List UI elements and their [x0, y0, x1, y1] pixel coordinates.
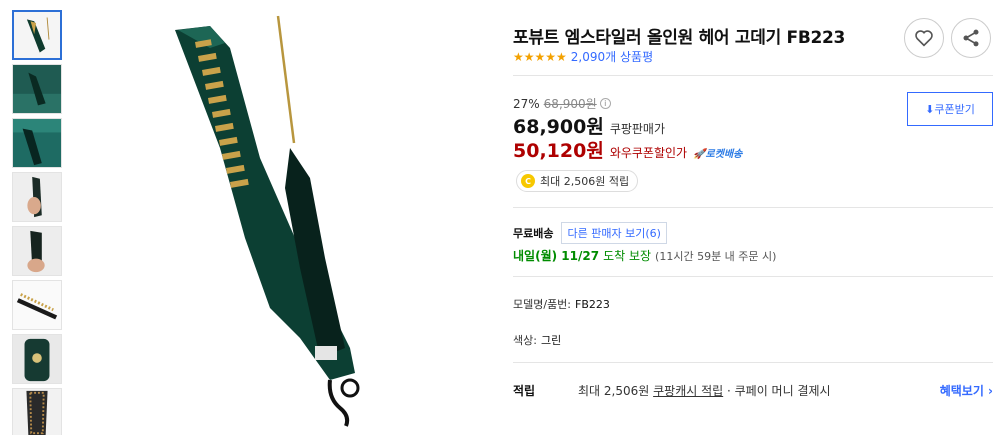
thumb-hand-hold-1[interactable] [12, 172, 62, 222]
thumb-control-button[interactable] [12, 334, 62, 384]
thumb-product-front[interactable] [12, 10, 62, 60]
sale-price-row: 68,900원 쿠팡판매가 [513, 112, 665, 139]
heart-icon [915, 30, 933, 47]
divider [513, 362, 993, 363]
divider [513, 207, 993, 208]
free-shipping-label: 무료배송 [513, 227, 554, 240]
coin-icon: C [521, 174, 535, 188]
rating-row: ★★★★★ 2,090개 상품평 [513, 48, 653, 65]
share-icon [963, 29, 979, 47]
divider [513, 276, 993, 277]
cash-reward-text: 최대 2,506원 적립 [540, 175, 630, 188]
arrival-date: 내일(월) 11/27 [513, 249, 600, 263]
wishlist-button[interactable] [904, 18, 944, 58]
sale-price-label: 쿠팡판매가 [609, 122, 666, 136]
benefit-text-suffix: · 쿠페이 머니 결제시 [723, 384, 831, 398]
color-spec: 색상: 그린 [513, 332, 561, 348]
cash-reward-badge: C 최대 2,506원 적립 [516, 170, 639, 192]
info-icon[interactable]: i [599, 98, 611, 109]
coupon-price-row: 50,120원 와우쿠폰할인가 🚀로켓배송 [513, 136, 742, 163]
benefit-text-prefix: 최대 2,506원 [578, 384, 654, 398]
benefit-text: 최대 2,506원 쿠팡캐시 적립 · 쿠페이 머니 결제시 [578, 382, 831, 399]
view-benefits-link[interactable]: 혜택보기 › [940, 382, 993, 399]
arrival-note: (11시간 59분 내 주문 시) [655, 249, 777, 263]
model-value: FB223 [575, 298, 610, 311]
discount-rate: 27% [513, 96, 540, 111]
review-count-link[interactable]: 2,090개 상품평 [571, 48, 653, 65]
thumb-product-teal-bg[interactable] [12, 118, 62, 168]
divider [513, 75, 993, 76]
thumb-hand-hold-2[interactable] [12, 226, 62, 276]
rocket-delivery-badge: 🚀로켓배송 [693, 149, 743, 160]
benefit-label: 적립 [513, 384, 536, 398]
thumbnail-list [12, 10, 62, 435]
thumb-comb-detail[interactable] [12, 388, 62, 435]
discount-row: 27% 68,900원 i [513, 95, 611, 112]
coupon-price: 50,120원 [513, 140, 604, 162]
model-spec: 모델명/품번: FB223 [513, 296, 610, 312]
color-label: 색상: [513, 334, 537, 347]
benefit-row: 적립 최대 2,506원 쿠팡캐시 적립 · 쿠페이 머니 결제시 혜택보기 › [513, 382, 993, 399]
model-label: 모델명/품번: [513, 298, 572, 311]
other-sellers-button[interactable]: 다른 판매자 보기(6) [561, 222, 667, 244]
share-button[interactable] [951, 18, 991, 58]
color-value: 그린 [540, 334, 562, 347]
main-product-image [150, 8, 400, 428]
coupon-download-button[interactable]: ⬇쿠폰받기 [907, 92, 993, 126]
coupang-cash-link[interactable]: 쿠팡캐시 적립 [653, 384, 723, 398]
star-rating: ★★★★★ [513, 49, 567, 64]
thumb-bristles[interactable] [12, 280, 62, 330]
product-title: 포뷰트 엠스타일러 올인원 헤어 고데기 FB223 [513, 28, 846, 48]
coupon-price-label: 와우쿠폰할인가 [609, 146, 688, 160]
original-price: 68,900원 [543, 97, 597, 111]
shipping-row: 무료배송 다른 판매자 보기(6) [513, 222, 667, 244]
sale-price: 68,900원 [513, 116, 604, 138]
arrival-guarantee: 도착 보장 [603, 249, 652, 263]
thumb-product-green-bg[interactable] [12, 64, 62, 114]
arrival-row: 내일(월) 11/27 도착 보장 (11시간 59분 내 주문 시) [513, 247, 776, 264]
